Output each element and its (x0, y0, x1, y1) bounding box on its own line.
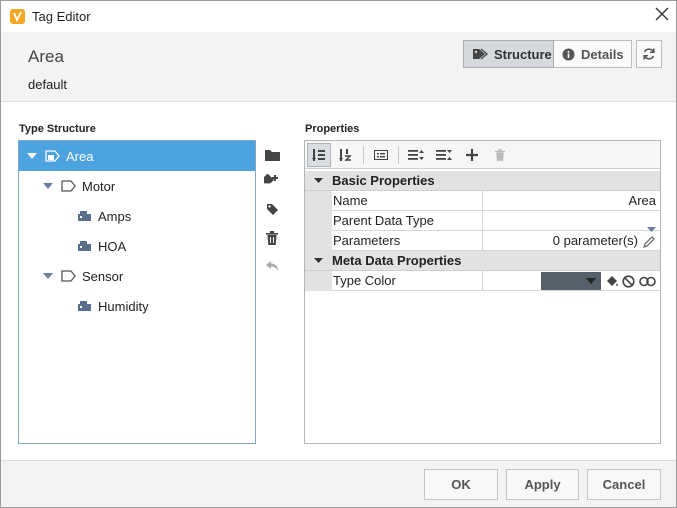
apply-button[interactable]: Apply (506, 469, 579, 500)
app-icon (10, 9, 25, 24)
close-icon (655, 7, 669, 21)
add-tag-button[interactable] (263, 172, 281, 190)
property-row-parameters[interactable]: Parameters 0 parameter(s) (305, 231, 660, 251)
property-row-type-color[interactable]: Type Color (305, 271, 660, 291)
plus-icon (466, 149, 478, 161)
dropdown-arrow-icon (586, 278, 596, 284)
tree-item-label: Area (66, 148, 94, 164)
refresh-button[interactable] (636, 40, 662, 68)
sort-alphabetical-button[interactable] (334, 143, 358, 167)
title-bar: Tag Editor (1, 1, 676, 32)
collapse-arrow-icon[interactable] (305, 258, 332, 263)
link-icon[interactable] (638, 274, 656, 288)
category-meta-data-properties[interactable]: Meta Data Properties (305, 251, 660, 271)
tag-icon (267, 204, 278, 215)
property-name: Type Color (332, 271, 483, 291)
properties-heading: Properties (305, 123, 360, 135)
collapse-all-button[interactable] (432, 143, 456, 167)
memory-tag-icon (77, 300, 93, 312)
remove-property-button[interactable] (488, 143, 512, 167)
clear-color-icon[interactable] (621, 274, 635, 288)
edit-tag-button[interactable] (263, 200, 281, 218)
udt-instance-icon (61, 179, 77, 193)
property-row-name[interactable]: Name Area (305, 191, 660, 211)
structure-label: Structure (494, 46, 552, 62)
property-value-parameters[interactable]: 0 parameter(s) (483, 231, 660, 251)
delete-button[interactable] (263, 229, 281, 247)
trash-icon (495, 149, 505, 161)
tree-item-label: Motor (82, 178, 116, 194)
revert-button[interactable] (263, 257, 281, 275)
parent-data-type-dropdown[interactable] (483, 211, 660, 232)
details-view-button[interactable]: Details (554, 40, 632, 68)
description-toggle-button[interactable] (369, 143, 393, 167)
trash-icon (266, 231, 278, 245)
tree-item-motor[interactable]: Motor (19, 171, 255, 201)
paint-bucket-icon[interactable] (605, 274, 619, 288)
tree-item-hoa[interactable]: HOA (19, 231, 255, 261)
property-name: Parent Data Type (332, 211, 483, 231)
memory-tag-icon (77, 240, 93, 252)
property-value-name[interactable]: Area (483, 191, 660, 211)
udt-instance-icon (61, 269, 77, 283)
tag-name-heading: Area (28, 47, 64, 66)
category-label: Meta Data Properties (332, 253, 462, 268)
window-title: Tag Editor (32, 9, 91, 24)
expand-arrow-icon[interactable] (27, 151, 37, 161)
ok-button[interactable]: OK (424, 469, 498, 500)
category-basic-properties[interactable]: Basic Properties (305, 171, 660, 191)
property-editor: Basic Properties Name Area Parent Data T… (304, 140, 661, 444)
undo-arrow-icon (266, 261, 278, 271)
description-icon (374, 150, 388, 160)
sort-categorized-button[interactable] (307, 143, 331, 167)
property-name: Name (332, 191, 483, 211)
memory-tag-icon (77, 210, 93, 222)
collapse-arrow-icon[interactable] (305, 178, 332, 183)
category-label: Basic Properties (332, 173, 435, 188)
tags-icon (472, 48, 488, 60)
info-icon (562, 48, 575, 61)
expand-all-button[interactable] (404, 143, 428, 167)
editor-header: Area default Structure Details (1, 32, 676, 102)
tree-item-label: Humidity (98, 298, 149, 314)
property-value: Area (628, 193, 656, 208)
expand-arrow-icon[interactable] (43, 181, 53, 191)
udt-definition-icon (45, 149, 61, 163)
sort-category-icon (312, 149, 325, 161)
expand-all-icon (408, 150, 424, 160)
property-toolbar (305, 141, 660, 169)
tree-item-humidity[interactable]: Humidity (19, 291, 255, 321)
color-swatch-dropdown[interactable] (541, 272, 601, 290)
add-tag-icon (264, 173, 278, 183)
tree-item-label: Sensor (82, 268, 124, 284)
dialog-footer: OK Apply Cancel (1, 460, 676, 507)
property-row-parent-data-type[interactable]: Parent Data Type (305, 211, 660, 232)
type-structure-tree[interactable]: Area Motor Amps HOA Sensor Humidity (18, 140, 256, 444)
structure-view-button[interactable]: Structure (463, 40, 554, 68)
tree-item-amps[interactable]: Amps (19, 201, 255, 231)
folder-icon (264, 150, 280, 161)
tree-item-label: HOA (98, 238, 127, 254)
expand-arrow-icon[interactable] (43, 271, 53, 281)
property-value: 0 parameter(s) (552, 233, 638, 248)
tag-provider-label: default (28, 77, 68, 92)
type-structure-heading: Type Structure (19, 123, 96, 135)
property-value-type-color[interactable] (483, 271, 660, 291)
tag-editor-window: Tag Editor Area default Structure Detail… (0, 0, 677, 508)
refresh-icon (643, 48, 655, 60)
sort-alpha-icon (339, 149, 352, 161)
details-label: Details (581, 46, 624, 62)
close-window-button[interactable] (652, 6, 672, 26)
new-folder-button[interactable] (263, 146, 281, 164)
tree-item-sensor[interactable]: Sensor (19, 261, 255, 291)
property-name: Parameters (332, 231, 483, 251)
tree-item-area[interactable]: Area (19, 141, 255, 171)
collapse-all-icon (436, 150, 452, 160)
tree-item-label: Amps (98, 208, 132, 224)
cancel-button[interactable]: Cancel (587, 469, 661, 500)
add-property-button[interactable] (460, 143, 484, 167)
